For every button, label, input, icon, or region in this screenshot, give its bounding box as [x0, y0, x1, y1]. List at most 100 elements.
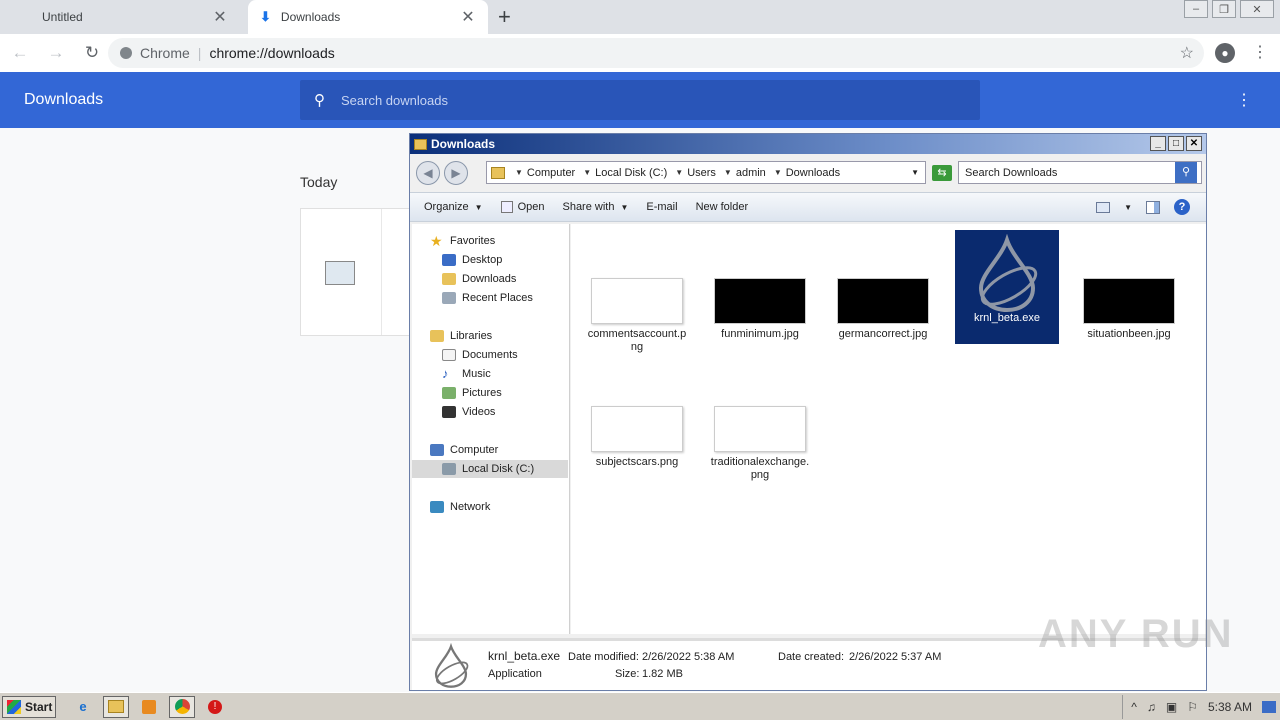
chevron-down-icon: ▼: [620, 202, 629, 212]
chevron-down-icon[interactable]: ▼: [774, 168, 782, 177]
file-item[interactable]: funminimum.jpg: [708, 230, 812, 341]
breadcrumb-users[interactable]: Users: [687, 167, 716, 179]
nav-network[interactable]: Network: [430, 498, 490, 516]
nav-videos-label: Videos: [462, 406, 496, 418]
explorer-back-button[interactable]: ◀: [416, 161, 440, 185]
desktop-icon: [442, 254, 456, 266]
nav-desktop[interactable]: Desktop: [442, 251, 502, 269]
address-dropdown-icon[interactable]: ▼: [911, 168, 919, 177]
start-button[interactable]: Start: [2, 695, 56, 718]
explorer-taskbar-icon[interactable]: [103, 695, 129, 718]
chevron-down-icon[interactable]: ▼: [675, 168, 683, 177]
action-center-flag-icon[interactable]: ⚐: [1187, 700, 1198, 714]
file-item-selected[interactable]: krnl_beta.exe: [955, 230, 1059, 344]
clock[interactable]: 5:38 AM: [1208, 700, 1252, 714]
system-tray: ^ ♫ ▣ ⚐ 5:38 AM: [1122, 695, 1280, 719]
nav-downloads[interactable]: Downloads: [442, 270, 516, 288]
nav-recent-places[interactable]: Recent Places: [442, 289, 533, 307]
email-button[interactable]: E-mail: [646, 201, 677, 213]
nav-libraries[interactable]: Libraries: [430, 327, 492, 345]
image-thumbnail: [591, 278, 683, 324]
volume-icon[interactable]: ♫: [1147, 700, 1156, 714]
file-item[interactable]: traditionalexchange.png: [708, 358, 812, 482]
file-name: germancorrect.jpg: [838, 328, 928, 340]
file-name: funminimum.jpg: [721, 328, 799, 340]
close-window-button[interactable]: ✕: [1240, 0, 1274, 18]
chevron-down-icon[interactable]: ▼: [724, 168, 732, 177]
profile-avatar-icon[interactable]: ●: [1215, 43, 1235, 63]
nav-music[interactable]: ♪ Music: [442, 365, 491, 383]
bookmark-star-icon[interactable]: ☆: [1180, 43, 1194, 63]
explorer-titlebar[interactable]: Downloads _ □ ✕: [410, 134, 1206, 154]
nav-local-disk-label: Local Disk (C:): [462, 463, 535, 475]
internet-explorer-icon[interactable]: e: [70, 696, 96, 718]
stop-icon[interactable]: !: [202, 696, 228, 718]
organize-button[interactable]: Organize ▼: [424, 201, 483, 213]
refresh-icon[interactable]: ⇆: [932, 165, 952, 181]
explorer-maximize-button[interactable]: □: [1168, 136, 1184, 151]
explorer-address-bar[interactable]: ▼ Computer ▼ Local Disk (C:) ▼ Users ▼ a…: [486, 161, 926, 184]
size-label: Size:: [615, 668, 640, 680]
star-icon: ★: [430, 233, 443, 249]
file-item[interactable]: germancorrect.jpg: [831, 230, 935, 341]
restore-button[interactable]: ❐: [1212, 0, 1236, 18]
image-thumbnail: [1083, 278, 1175, 324]
explorer-search-input[interactable]: [959, 166, 1175, 179]
downloads-search-input[interactable]: [341, 92, 941, 108]
search-icon[interactable]: ⚲: [1175, 162, 1197, 183]
breadcrumb-admin[interactable]: admin: [736, 167, 766, 179]
file-item[interactable]: commentsaccount.png: [585, 230, 689, 354]
close-icon[interactable]: ✕: [212, 7, 228, 27]
krnl-app-icon: [434, 643, 469, 688]
back-button[interactable]: ←: [4, 43, 36, 63]
tab-downloads[interactable]: ⬇ Downloads ✕: [248, 0, 488, 34]
reload-button[interactable]: ↻: [76, 43, 108, 63]
nav-videos[interactable]: Videos: [442, 403, 495, 421]
explorer-close-button[interactable]: ✕: [1186, 136, 1202, 151]
breadcrumb-local-disk[interactable]: Local Disk (C:): [595, 167, 667, 179]
tab-untitled[interactable]: Untitled ✕: [0, 0, 240, 34]
nav-music-label: Music: [462, 368, 491, 380]
address-bar[interactable]: Chrome | chrome://downloads ☆: [108, 38, 1204, 68]
file-item[interactable]: situationbeen.jpg: [1077, 230, 1181, 341]
downloads-search[interactable]: ⚲: [300, 80, 980, 120]
date-section-label: Today: [300, 174, 338, 190]
chevron-down-icon[interactable]: ▼: [1124, 203, 1132, 212]
breadcrumb-computer[interactable]: Computer: [527, 167, 575, 179]
show-desktop-icon[interactable]: [1262, 701, 1276, 713]
chrome-taskbar-icon[interactable]: [169, 695, 195, 718]
explorer-forward-button[interactable]: ▶: [444, 161, 468, 185]
size-value: 1.82 MB: [642, 668, 683, 680]
preview-pane-icon[interactable]: [1146, 200, 1160, 214]
nav-computer[interactable]: Computer: [430, 441, 498, 459]
nav-local-disk[interactable]: Local Disk (C:): [412, 460, 568, 478]
forward-button[interactable]: →: [40, 43, 72, 63]
tray-expand-icon[interactable]: ^: [1131, 700, 1137, 714]
chevron-down-icon[interactable]: ▼: [515, 168, 523, 177]
explorer-search[interactable]: ⚲: [958, 161, 1202, 184]
nav-network-label: Network: [450, 501, 491, 513]
chevron-down-icon[interactable]: ▼: [583, 168, 591, 177]
nav-pictures[interactable]: Pictures: [442, 384, 502, 402]
breadcrumb-downloads[interactable]: Downloads: [786, 167, 840, 179]
help-icon[interactable]: ?: [1174, 199, 1190, 215]
minimize-button[interactable]: –: [1184, 0, 1208, 18]
file-name: traditionalexchange.png: [710, 456, 810, 481]
new-folder-button[interactable]: New folder: [696, 201, 749, 213]
browser-menu-icon[interactable]: ⋮: [1252, 42, 1268, 62]
tab-strip: Untitled ✕ ⬇ Downloads ✕ + – ❐ ✕: [0, 0, 1280, 34]
media-player-icon[interactable]: [136, 696, 162, 718]
downloads-menu-icon[interactable]: ⋮: [1236, 90, 1252, 110]
open-button[interactable]: Open: [500, 201, 544, 213]
file-item[interactable]: subjectscars.png: [585, 358, 689, 469]
network-tray-icon[interactable]: ▣: [1166, 700, 1177, 714]
share-with-button[interactable]: Share with ▼: [562, 201, 628, 213]
window-controls: – ❐ ✕: [1180, 0, 1274, 18]
nav-documents[interactable]: Documents: [442, 346, 518, 364]
nav-favorites[interactable]: ★ Favorites: [430, 232, 495, 250]
taskbar: Start e ! ^ ♫ ▣ ⚐ 5:38 AM: [0, 692, 1280, 720]
change-view-icon[interactable]: [1096, 201, 1111, 213]
close-icon[interactable]: ✕: [460, 7, 476, 27]
explorer-minimize-button[interactable]: _: [1150, 136, 1166, 151]
new-tab-button[interactable]: +: [498, 4, 511, 30]
